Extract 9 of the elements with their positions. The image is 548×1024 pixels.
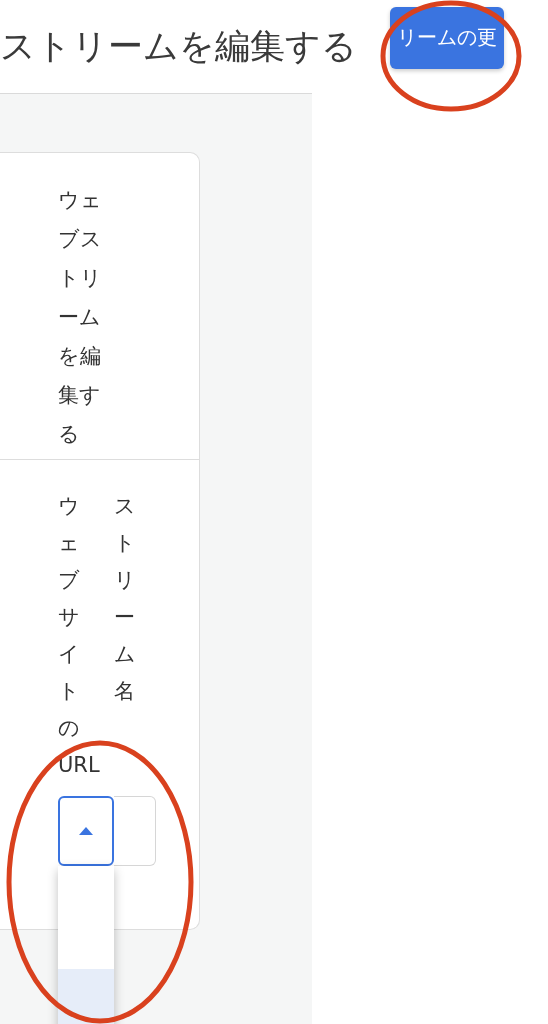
field-label: ストリーム名 [113,493,136,705]
dropdown-select[interactable] [58,796,114,866]
page-title: ストリームを編集する [0,25,358,68]
input-field[interactable] [114,796,156,866]
card-heading: ウェブストリームを編集する [58,187,103,448]
save-button[interactable]: リームの更 [390,6,504,69]
caret-icon [79,827,93,835]
dropdown-option[interactable] [58,969,114,1024]
field-label: ウェブサイトのURL [58,493,100,779]
